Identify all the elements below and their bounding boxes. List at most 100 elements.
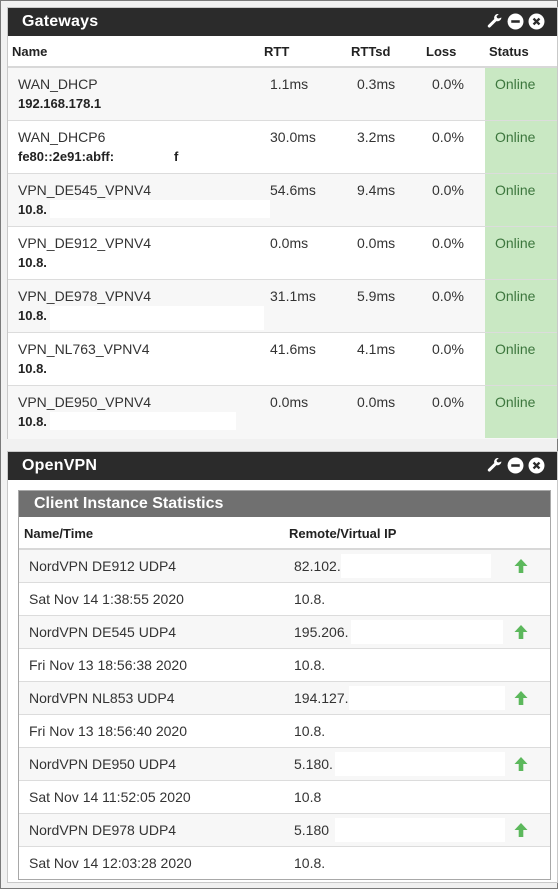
client-name: NordVPN DE545 UDP4	[29, 624, 177, 640]
wrench-icon[interactable]	[486, 13, 503, 30]
client-name: NordVPN DE978 UDP4	[29, 822, 177, 838]
client-time: Sat Nov 14 12:03:28 2020	[29, 855, 192, 871]
close-circle-icon[interactable]	[528, 13, 545, 30]
client-row: NordVPN DE978 UDP4 5.180	[19, 814, 550, 847]
gateway-status: Online	[485, 227, 557, 279]
gateway-loss: 0.0%	[432, 182, 464, 198]
gateway-loss: 0.0%	[432, 235, 464, 251]
dashboard-frame: Gateways Name RTT RTTsd Loss Status WAN_…	[0, 0, 558, 889]
gateway-rtt: 1.1ms	[270, 76, 309, 92]
gateway-rttsd: 9.4ms	[357, 182, 396, 198]
gateway-row: VPN_DE912_VPNV4 10.8. 0.0ms 0.0ms 0.0% O…	[8, 227, 557, 280]
gateway-rtt: 41.6ms	[270, 341, 316, 357]
gateway-address: 192.168.178.1	[18, 96, 102, 111]
client-row: Sat Nov 14 11:52:05 2020 10.8	[19, 781, 550, 814]
gateway-name: VPN_DE978_VPNV4	[18, 288, 152, 304]
gateway-rttsd: 4.1ms	[357, 341, 396, 357]
gateway-rttsd: 0.0ms	[357, 235, 396, 251]
gateway-address: 10.8.	[18, 414, 47, 429]
gateway-rtt: 0.0ms	[270, 235, 309, 251]
gateway-row: WAN_DHCP 192.168.178.1 1.1ms 0.3ms 0.0% …	[8, 68, 557, 121]
redaction-box	[351, 620, 503, 644]
client-time: Sat Nov 14 11:52:05 2020	[29, 789, 191, 805]
gateway-address-tail: f	[174, 149, 179, 164]
col-name: Name	[12, 44, 48, 59]
gateway-row: VPN_DE950_VPNV4 10.8. 0.0ms 0.0ms 0.0% O…	[8, 386, 557, 439]
redaction-box	[50, 306, 264, 330]
gateway-rttsd: 3.2ms	[357, 129, 396, 145]
gateway-row: VPN_DE545_VPNV4 10.8. 54.6ms 9.4ms 0.0% …	[8, 174, 557, 227]
gateway-name: WAN_DHCP6	[18, 129, 106, 145]
client-remote-ip: 5.180.	[294, 756, 333, 772]
gateway-loss: 0.0%	[432, 129, 464, 145]
client-time: Fri Nov 13 18:56:38 2020	[29, 657, 187, 673]
client-row: Fri Nov 13 18:56:38 2020 10.8.	[19, 649, 550, 682]
client-virtual-ip: 10.8	[294, 789, 322, 805]
client-remote-ip: 194.127.	[294, 690, 349, 706]
client-row: Sat Nov 14 1:38:55 2020 10.8.	[19, 583, 550, 616]
client-virtual-ip: 10.8.	[294, 723, 326, 739]
client-row: Sat Nov 14 12:03:28 2020 10.8.	[19, 847, 550, 880]
client-name: NordVPN DE912 UDP4	[29, 558, 177, 574]
gateways-table-header: Name RTT RTTsd Loss Status	[8, 36, 557, 68]
gateway-rtt: 31.1ms	[270, 288, 316, 304]
gateway-name: VPN_DE545_VPNV4	[18, 182, 152, 198]
client-virtual-ip: 10.8.	[294, 657, 326, 673]
gateway-name: WAN_DHCP	[18, 76, 98, 92]
gateway-address: 10.8.	[18, 361, 47, 376]
gateway-status: Online	[485, 386, 557, 438]
wrench-icon[interactable]	[486, 457, 503, 474]
col-rttsd: RTTsd	[351, 44, 391, 59]
gateway-address: 10.8.	[18, 255, 47, 270]
client-name: NordVPN DE950 UDP4	[29, 756, 177, 772]
client-virtual-ip: 10.8.	[294, 855, 326, 871]
client-name: NordVPN NL853 UDP4	[29, 690, 175, 706]
arrow-up-icon	[514, 625, 528, 639]
client-time: Fri Nov 13 18:56:40 2020	[29, 723, 187, 739]
gateway-rttsd: 5.9ms	[357, 288, 396, 304]
client-virtual-ip: 10.8.	[294, 591, 326, 607]
gateway-status: Online	[485, 280, 557, 332]
openvpn-widget: OpenVPN Client Instance Statistics Name/…	[7, 451, 558, 883]
col-name-time: Name/Time	[24, 526, 94, 541]
redaction-box	[335, 818, 505, 842]
gateway-loss: 0.0%	[432, 76, 464, 92]
gateway-loss: 0.0%	[432, 341, 464, 357]
client-row: NordVPN DE912 UDP4 82.102.	[19, 550, 550, 583]
client-time: Sat Nov 14 1:38:55 2020	[29, 591, 184, 607]
close-circle-icon[interactable]	[528, 457, 545, 474]
arrow-up-icon	[514, 559, 528, 573]
minus-circle-icon[interactable]	[507, 13, 524, 30]
gateway-status: Online	[485, 68, 557, 120]
gateway-status: Online	[485, 121, 557, 173]
gateway-name: VPN_DE950_VPNV4	[18, 394, 152, 410]
col-rtt: RTT	[264, 44, 290, 59]
gateway-loss: 0.0%	[432, 288, 464, 304]
arrow-up-icon	[514, 757, 528, 771]
gateway-rtt: 54.6ms	[270, 182, 316, 198]
client-remote-ip: 195.206.	[294, 624, 349, 640]
client-remote-ip: 82.102.	[294, 558, 341, 574]
redaction-box	[50, 412, 236, 430]
openvpn-title: OpenVPN	[22, 457, 98, 474]
redaction-box	[341, 554, 491, 578]
minus-circle-icon[interactable]	[507, 457, 524, 474]
client-row: NordVPN DE950 UDP4 5.180.	[19, 748, 550, 781]
gateway-loss: 0.0%	[432, 394, 464, 410]
client-remote-ip: 5.180	[294, 822, 330, 838]
gateways-title: Gateways	[22, 13, 99, 30]
col-remote-ip: Remote/Virtual IP	[289, 526, 397, 541]
gateway-row: VPN_DE978_VPNV4 10.8. 31.1ms 5.9ms 0.0% …	[8, 280, 557, 333]
client-row: NordVPN DE545 UDP4 195.206.	[19, 616, 550, 649]
gateway-name: VPN_NL763_VPNV4	[18, 341, 150, 357]
gateways-tools	[486, 13, 545, 30]
gateway-address: 10.8.	[18, 202, 47, 217]
col-loss: Loss	[426, 44, 457, 59]
client-row: Fri Nov 13 18:56:40 2020 10.8.	[19, 715, 550, 748]
client-stats-box: Client Instance Statistics Name/Time Rem…	[18, 490, 551, 880]
gateway-rtt: 30.0ms	[270, 129, 316, 145]
openvpn-heading: OpenVPN	[8, 452, 557, 480]
redaction-box	[349, 686, 505, 710]
arrow-up-icon	[514, 823, 528, 837]
col-status: Status	[489, 44, 529, 59]
